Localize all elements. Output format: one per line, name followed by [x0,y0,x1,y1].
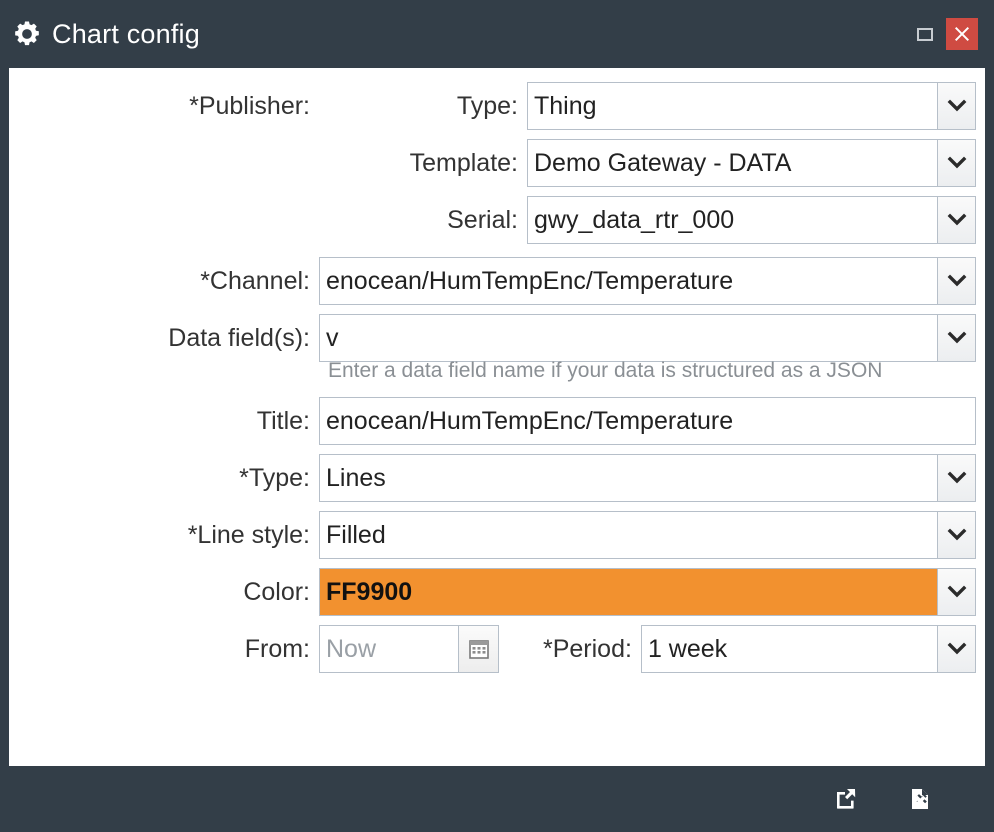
from-input[interactable]: Now [319,625,459,674]
line-style-label: *Line style: [187,520,310,549]
gear-icon [12,19,42,49]
calendar-icon[interactable] [459,625,499,674]
template-label: Template: [409,148,518,177]
title-bar-controls [910,18,984,50]
chevron-down-icon[interactable] [938,82,976,130]
period-field: 1 week [640,625,976,674]
chevron-down-icon[interactable] [938,139,976,187]
chevron-down-icon[interactable] [938,196,976,244]
line-style-input[interactable]: Filled [319,511,938,560]
close-icon[interactable] [946,18,978,50]
chart-type-input[interactable]: Lines [319,454,938,503]
form-content: *Publisher: Type: Thing Template: Demo G… [9,68,985,766]
publisher-template-input[interactable]: Demo Gateway - DATA [527,139,938,187]
from-label: From: [244,634,310,663]
row-line-style: *Line style: Filled [9,511,976,560]
publisher-type-field: Thing [527,82,976,130]
title-bar-left: Chart config [12,19,200,49]
color-field: FF9900 [319,568,976,617]
row-from-period: From: Now *Period: 1 week [9,625,976,674]
publisher-type-input[interactable]: Thing [527,82,938,130]
chevron-down-icon[interactable] [938,511,976,560]
chevron-down-icon[interactable] [938,257,976,305]
row-color: Color: FF9900 [9,568,976,617]
publisher-label: *Publisher: [189,91,310,120]
data-fields-input[interactable]: v [319,314,938,362]
chart-config-window: Chart config *Publisher: Type: Thing Tem… [0,0,994,832]
serial-label: Serial: [447,205,518,234]
title-input[interactable]: enocean/HumTempEnc/Temperature [319,397,976,446]
period-input[interactable]: 1 week [640,625,938,674]
row-publisher-type: *Publisher: Type: Thing [9,82,976,130]
publisher-serial-field: gwy_data_rtr_000 [527,196,976,244]
footer-toolbar [0,766,994,832]
chevron-down-icon[interactable] [938,625,976,674]
row-data-fields: Data field(s): v [9,314,976,362]
row-template: Template: Demo Gateway - DATA [9,139,976,187]
row-title: Title: enocean/HumTempEnc/Temperature [9,397,976,446]
row-chart-type: *Type: Lines [9,454,976,503]
chevron-down-icon[interactable] [938,454,976,503]
maximize-glyph [917,27,933,41]
channel-field: enocean/HumTempEnc/Temperature [319,257,976,305]
color-input[interactable]: FF9900 [319,568,938,617]
color-label: Color: [243,577,310,606]
window-title: Chart config [52,18,200,49]
publisher-serial-input[interactable]: gwy_data_rtr_000 [527,196,938,244]
row-serial: Serial: gwy_data_rtr_000 [9,196,976,244]
title-bar: Chart config [0,0,994,68]
data-fields-field: v [319,314,976,362]
chart-type-field: Lines [319,454,976,503]
data-fields-hint: Enter a data field name if your data is … [328,359,883,382]
maximize-icon[interactable] [910,19,940,49]
data-fields-label: Data field(s): [168,323,310,352]
chart-type-label: *Type: [239,463,310,492]
type-label: Type: [456,91,518,120]
from-field: Now [319,625,499,674]
title-label: Title: [256,406,310,435]
period-label: *Period: [543,634,632,663]
export-button[interactable] [828,781,864,817]
delete-button[interactable] [902,781,938,817]
chevron-down-icon[interactable] [938,568,976,617]
line-style-field: Filled [319,511,976,560]
title-field: enocean/HumTempEnc/Temperature [319,397,976,446]
publisher-template-field: Demo Gateway - DATA [527,139,976,187]
row-channel: *Channel: enocean/HumTempEnc/Temperature [9,257,976,305]
channel-input[interactable]: enocean/HumTempEnc/Temperature [319,257,938,305]
chevron-down-icon[interactable] [938,314,976,362]
channel-label: *Channel: [200,266,310,295]
